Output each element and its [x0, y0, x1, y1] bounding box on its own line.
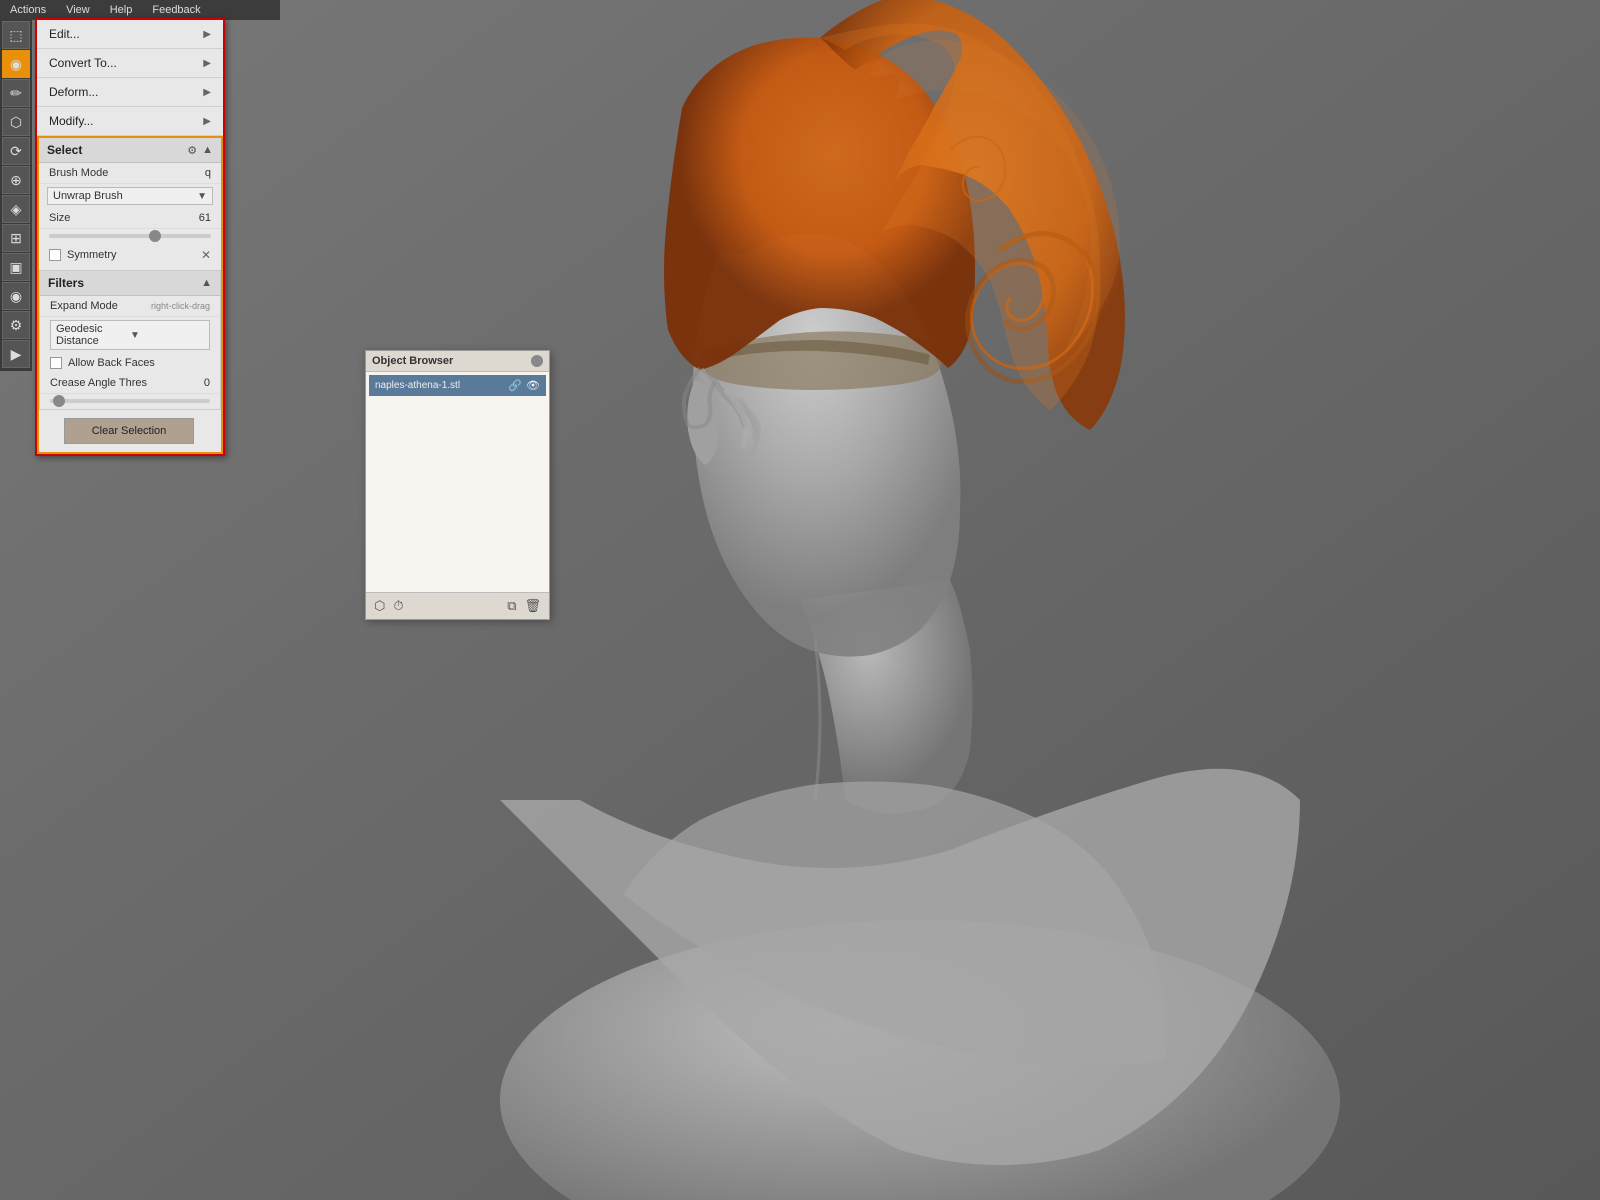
tool-brush[interactable]: ◉ — [2, 50, 30, 78]
crease-slider-container — [40, 394, 220, 409]
size-label: Size — [49, 212, 199, 224]
collapse-icon[interactable]: ▲ — [202, 144, 213, 156]
object-item-label: naples-athena-1.stl — [375, 380, 508, 391]
crease-row: Crease Angle Thres 0 — [40, 373, 220, 394]
left-toolbar: ⬚ ◉ ✏ ⬡ ⟳ ⊕ ◈ ⊞ ▣ ◉ ⚙ ▶ — [0, 18, 32, 371]
clear-symmetry-icon[interactable]: ✕ — [201, 248, 211, 262]
brush-mode-row: Brush Mode q — [39, 163, 221, 184]
ob-copy-icon[interactable]: ⧉ — [507, 598, 516, 614]
select-header: Select ⚙ ▲ — [39, 138, 221, 163]
menu-deform[interactable]: Deform... ▶ — [37, 78, 223, 107]
object-item-eye-icon[interactable]: 👁 — [526, 379, 540, 392]
geodesic-label: Geodesic Distance — [56, 323, 130, 347]
select-title: Select — [47, 143, 187, 157]
tool-add[interactable]: ⊕ — [2, 166, 30, 194]
brush-mode-key: q — [205, 167, 211, 179]
menu-feedback[interactable]: Feedback — [142, 2, 210, 18]
crease-value: 0 — [204, 377, 210, 389]
ob-add-object-icon[interactable]: ⬡ — [374, 598, 385, 614]
object-item-link-icon[interactable]: 🔗 — [508, 379, 522, 392]
tool-paint[interactable]: ✏ — [2, 79, 30, 107]
size-slider-track[interactable] — [49, 234, 211, 238]
crease-slider-thumb[interactable] — [53, 395, 65, 407]
geodesic-dropdown[interactable]: Geodesic Distance ▼ — [50, 320, 210, 350]
filters-header: Filters ▲ — [40, 271, 220, 296]
size-slider-thumb[interactable] — [149, 230, 161, 242]
menu-modify[interactable]: Modify... ▶ — [37, 107, 223, 136]
tool-play[interactable]: ▶ — [2, 340, 30, 368]
arrow-icon: ▶ — [203, 58, 211, 69]
viewport — [0, 0, 1600, 1200]
arrow-icon: ▶ — [203, 87, 211, 98]
tool-grid[interactable]: ⊞ — [2, 224, 30, 252]
crease-label: Crease Angle Thres — [50, 377, 204, 389]
menubar: Actions View Help Feedback — [0, 0, 280, 20]
gear-icon[interactable]: ⚙ — [187, 144, 197, 157]
size-value: 61 — [199, 212, 211, 224]
menu-edit[interactable]: Edit... ▶ — [37, 20, 223, 49]
brush-type-label: Unwrap Brush — [53, 190, 197, 202]
select-section: Select ⚙ ▲ Brush Mode q Unwrap Brush ▼ S… — [37, 136, 223, 454]
expand-mode-hint: right-click-drag — [151, 301, 210, 311]
size-row: Size 61 — [39, 208, 221, 229]
brush-mode-label: Brush Mode — [49, 167, 205, 179]
arrow-icon: ▶ — [203, 29, 211, 40]
menu-help[interactable]: Help — [100, 2, 143, 18]
symmetry-row: Symmetry ✕ — [39, 244, 221, 266]
menu-convert-to[interactable]: Convert To... ▶ — [37, 49, 223, 78]
object-item[interactable]: naples-athena-1.stl 🔗 👁 — [369, 375, 546, 396]
tool-diamond[interactable]: ◈ — [2, 195, 30, 223]
object-browser-close-button[interactable] — [531, 355, 543, 367]
object-browser: Object Browser naples-athena-1.stl 🔗 👁 ⬡… — [365, 350, 550, 620]
object-browser-titlebar: Object Browser — [366, 351, 549, 372]
tool-rotate[interactable]: ⟳ — [2, 137, 30, 165]
arrow-icon: ▶ — [203, 116, 211, 127]
back-faces-row: Allow Back Faces — [40, 353, 220, 373]
ob-clock-icon[interactable]: ⏱ — [393, 598, 403, 614]
tool-mesh[interactable]: ⬡ — [2, 108, 30, 136]
object-browser-footer: ⬡ ⏱ ⧉ 🗑 — [366, 592, 549, 619]
tool-settings[interactable]: ⚙ — [2, 311, 30, 339]
filters-collapse-icon[interactable]: ▲ — [201, 277, 212, 289]
dropdown-panel: Edit... ▶ Convert To... ▶ Deform... ▶ Mo… — [35, 18, 225, 456]
menu-view[interactable]: View — [56, 2, 100, 18]
clear-selection-button[interactable]: Clear Selection — [64, 418, 194, 444]
symmetry-checkbox[interactable] — [49, 249, 61, 261]
filters-section: Filters ▲ Expand Mode right-click-drag G… — [39, 270, 221, 410]
object-browser-title: Object Browser — [372, 355, 531, 367]
expand-mode-label: Expand Mode — [50, 300, 151, 312]
crease-slider-track[interactable] — [50, 399, 210, 403]
size-slider-container — [39, 229, 221, 244]
tool-select[interactable]: ⬚ — [2, 21, 30, 49]
filters-title: Filters — [48, 276, 201, 290]
expand-mode-row: Expand Mode right-click-drag — [40, 296, 220, 317]
symmetry-label: Symmetry — [67, 249, 117, 261]
geodesic-arrow-icon: ▼ — [130, 330, 204, 341]
tool-box[interactable]: ▣ — [2, 253, 30, 281]
back-faces-label: Allow Back Faces — [68, 357, 155, 369]
brush-type-arrow[interactable]: ▼ — [197, 191, 207, 202]
object-browser-list: naples-athena-1.stl 🔗 👁 — [366, 372, 549, 592]
tool-circle[interactable]: ◉ — [2, 282, 30, 310]
ob-delete-icon[interactable]: 🗑 — [524, 598, 541, 614]
menu-actions[interactable]: Actions — [0, 2, 56, 18]
back-faces-checkbox[interactable] — [50, 357, 62, 369]
